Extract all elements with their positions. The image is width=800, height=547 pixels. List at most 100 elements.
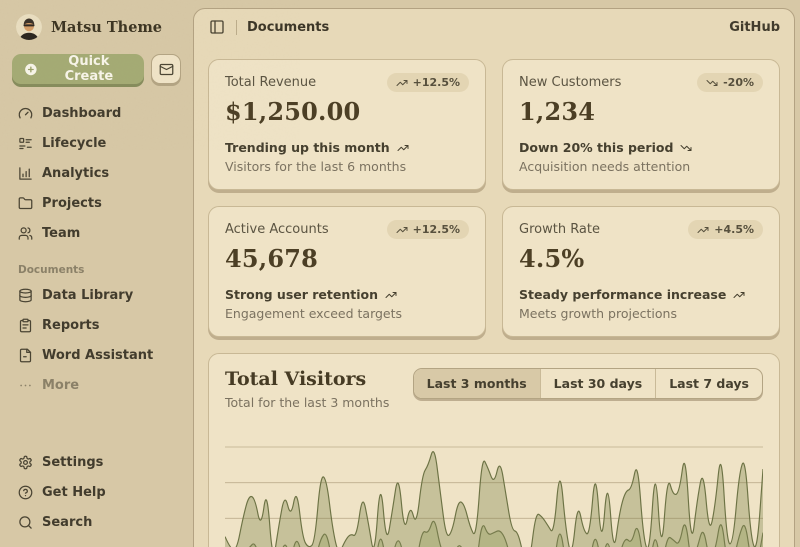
- total-visitors-card: Total Visitors Total for the last 3 mont…: [208, 353, 780, 547]
- sidebar-item-label: More: [42, 378, 79, 393]
- sidebar-item-word-assistant[interactable]: Word Assistant: [12, 340, 181, 370]
- trend-badge: +12.5%: [387, 73, 469, 92]
- trending-down-icon: [680, 142, 692, 154]
- chart-body: [225, 426, 763, 547]
- page-title: Documents: [247, 20, 329, 35]
- sidebar-section-documents: Documents: [18, 264, 181, 276]
- main-panel: Documents GitHub Total Revenue +12.5% $1…: [193, 8, 795, 547]
- sidebar-item-label: Team: [42, 226, 80, 241]
- sidebar-item-label: Projects: [42, 196, 102, 211]
- trend-badge: +12.5%: [387, 220, 469, 239]
- trending-up-icon: [385, 289, 397, 301]
- database-icon: [18, 288, 33, 303]
- content: Total Revenue +12.5% $1,250.00 Trending …: [194, 45, 794, 547]
- sidebar-item-label: Data Library: [42, 288, 133, 303]
- sidebar-item-more[interactable]: More: [12, 370, 181, 400]
- sidebar-toggle-button[interactable]: [204, 14, 230, 40]
- sidebar-item-data-library[interactable]: Data Library: [12, 280, 181, 310]
- sidebar-item-label: Lifecycle: [42, 136, 106, 151]
- card-title: Total Revenue: [225, 73, 316, 90]
- trend-badge: -20%: [697, 73, 763, 92]
- sidebar-main-nav: Dashboard Lifecycle Analytics Projects T…: [12, 98, 181, 248]
- quick-create-button[interactable]: Quick Create: [12, 54, 144, 84]
- card-value: 1,234: [519, 97, 763, 126]
- sidebar-item-analytics[interactable]: Analytics: [12, 158, 181, 188]
- card-title: Growth Rate: [519, 220, 600, 237]
- brand[interactable]: Matsu Theme: [12, 12, 181, 44]
- sidebar-item-label: Word Assistant: [42, 348, 153, 363]
- sidebar-item-label: Search: [42, 515, 92, 530]
- sidebar: Matsu Theme Quick Create Dashboard Lif: [0, 0, 193, 547]
- sidebar-item-lifecycle[interactable]: Lifecycle: [12, 128, 181, 158]
- card-trend-line: Down 20% this period: [519, 140, 763, 155]
- ellipsis-icon: [18, 378, 33, 393]
- topbar: Documents GitHub: [194, 9, 794, 45]
- tab-last-7-days[interactable]: Last 7 days: [656, 369, 762, 398]
- sidebar-item-get-help[interactable]: Get Help: [12, 477, 181, 507]
- card-subtext: Meets growth projections: [519, 306, 763, 321]
- trending-up-icon: [733, 289, 745, 301]
- card-value: 45,678: [225, 244, 469, 273]
- github-link[interactable]: GitHub: [729, 20, 780, 35]
- tab-last-30-days[interactable]: Last 30 days: [541, 369, 657, 398]
- help-icon: [18, 485, 33, 500]
- sidebar-item-team[interactable]: Team: [12, 218, 181, 248]
- gauge-icon: [18, 106, 33, 121]
- card-subtext: Visitors for the last 6 months: [225, 159, 469, 174]
- panel-left-icon: [209, 19, 225, 35]
- card-value: $1,250.00: [225, 97, 469, 126]
- card-total-revenue: Total Revenue +12.5% $1,250.00 Trending …: [208, 59, 486, 190]
- trending-up-icon: [396, 77, 408, 89]
- inbox-button[interactable]: [151, 54, 181, 84]
- trending-up-icon: [396, 224, 408, 236]
- card-title: New Customers: [519, 73, 621, 90]
- gear-icon: [18, 455, 33, 470]
- app-title: Matsu Theme: [51, 19, 162, 36]
- stat-cards-grid: Total Revenue +12.5% $1,250.00 Trending …: [208, 59, 780, 337]
- avatar: [16, 14, 42, 40]
- circle-plus-icon: [24, 62, 38, 77]
- trending-down-icon: [706, 77, 718, 89]
- sidebar-item-label: Settings: [42, 455, 103, 470]
- trend-badge: +4.5%: [688, 220, 763, 239]
- card-subtext: Engagement exceed targets: [225, 306, 469, 321]
- chart-title: Total Visitors: [225, 368, 389, 390]
- card-value: 4.5%: [519, 244, 763, 273]
- card-trend-line: Strong user retention: [225, 287, 469, 302]
- card-active-accounts: Active Accounts +12.5% 45,678 Strong use…: [208, 206, 486, 337]
- card-title: Active Accounts: [225, 220, 329, 237]
- folder-icon: [18, 196, 33, 211]
- sidebar-item-settings[interactable]: Settings: [12, 447, 181, 477]
- mail-icon: [159, 62, 174, 77]
- card-trend-line: Trending up this month: [225, 140, 469, 155]
- card-subtext: Acquisition needs attention: [519, 159, 763, 174]
- divider: [236, 20, 237, 35]
- trending-up-icon: [397, 142, 409, 154]
- sidebar-item-label: Analytics: [42, 166, 109, 181]
- sidebar-documents-nav: Data Library Reports Word Assistant More: [12, 280, 181, 400]
- card-new-customers: New Customers -20% 1,234 Down 20% this p…: [502, 59, 780, 190]
- sidebar-item-dashboard[interactable]: Dashboard: [12, 98, 181, 128]
- users-icon: [18, 226, 33, 241]
- quick-create-label: Quick Create: [46, 54, 132, 84]
- card-growth-rate: Growth Rate +4.5% 4.5% Steady performanc…: [502, 206, 780, 337]
- app-root: Matsu Theme Quick Create Dashboard Lif: [0, 0, 800, 547]
- sidebar-item-reports[interactable]: Reports: [12, 310, 181, 340]
- sidebar-item-search[interactable]: Search: [12, 507, 181, 537]
- chart-subtitle: Total for the last 3 months: [225, 395, 389, 410]
- tab-last-3-months[interactable]: Last 3 months: [414, 369, 541, 398]
- visitors-area-chart: [225, 426, 763, 547]
- sidebar-item-label: Get Help: [42, 485, 106, 500]
- file-icon: [18, 348, 33, 363]
- sidebar-item-label: Dashboard: [42, 106, 121, 121]
- sidebar-footer-nav: Settings Get Help Search: [12, 447, 181, 537]
- range-tabs: Last 3 months Last 30 days Last 7 days: [413, 368, 763, 399]
- sidebar-item-projects[interactable]: Projects: [12, 188, 181, 218]
- bar-chart-icon: [18, 166, 33, 181]
- trending-up-icon: [697, 224, 709, 236]
- clipboard-icon: [18, 318, 33, 333]
- card-trend-line: Steady performance increase: [519, 287, 763, 302]
- list-details-icon: [18, 136, 33, 151]
- search-icon: [18, 515, 33, 530]
- sidebar-item-label: Reports: [42, 318, 99, 333]
